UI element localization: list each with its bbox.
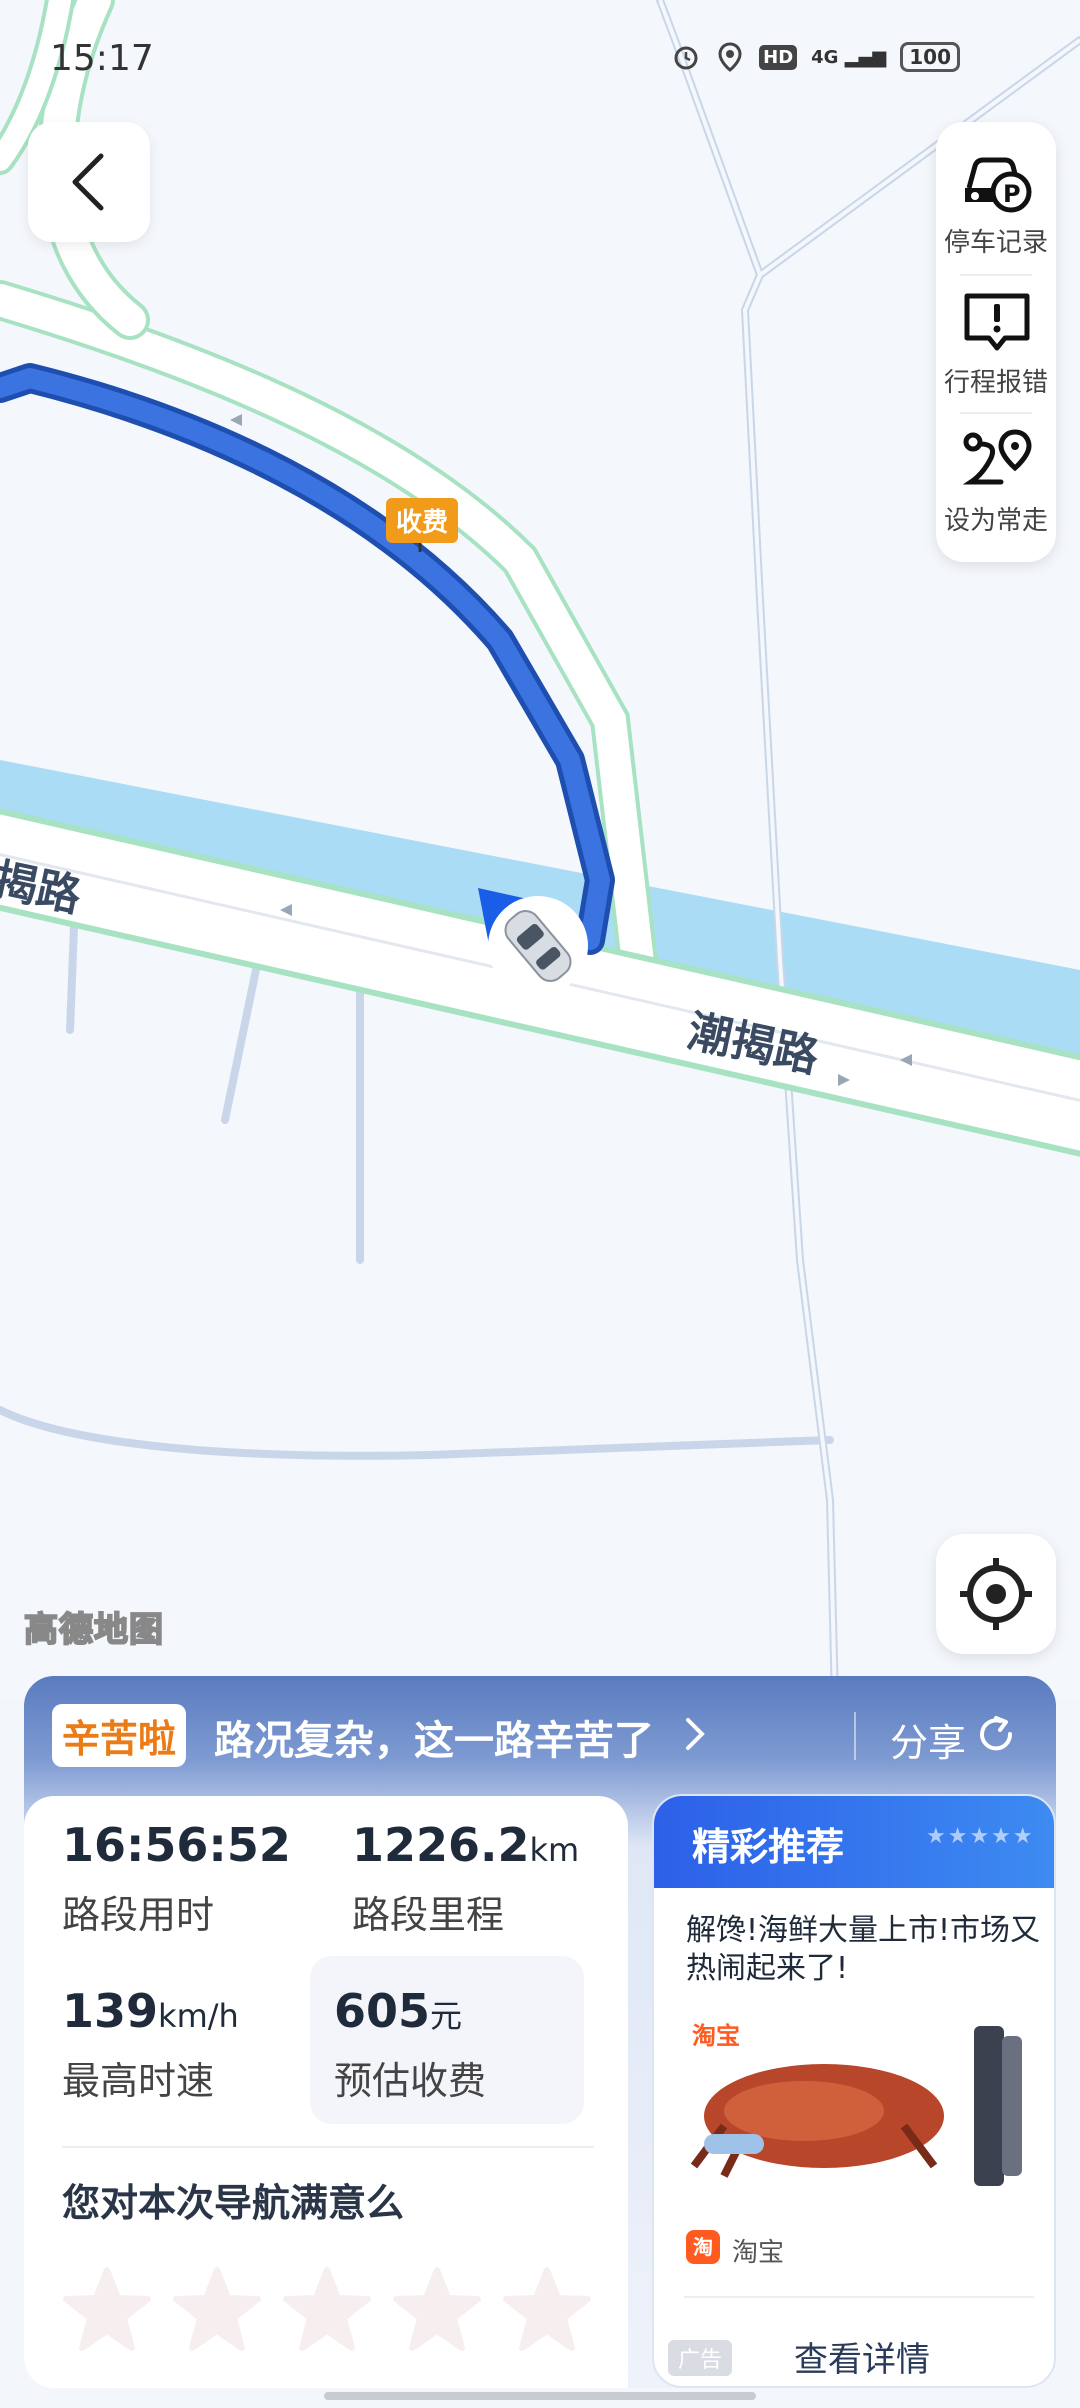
status-icons: HD 4G ▂▄▆ 100 [671, 42, 960, 72]
share-icon [980, 1716, 1013, 1751]
set-frequent-label: 设为常走 [943, 506, 1048, 536]
rating-star-1-icon[interactable] [62, 2266, 152, 2352]
rating-star-2-icon[interactable] [172, 2266, 262, 2352]
stat-toll: 605元 预估收费 [334, 1984, 486, 2105]
toll-unit: 元 [430, 1997, 463, 2035]
back-button[interactable] [28, 122, 150, 242]
report-error-icon [964, 293, 1030, 351]
car-parking-icon: P [965, 157, 1032, 213]
toll-box[interactable]: 605元 预估收费 [310, 1956, 584, 2124]
alarm-icon [671, 42, 701, 72]
svg-text:P: P [1003, 180, 1021, 208]
distance-value: 1226.2 [352, 1818, 530, 1872]
recommend-header: 精彩推荐 ★★★★★ [654, 1796, 1054, 1888]
rating-question: 您对本次导航满意么 [62, 2181, 405, 2225]
parking-record-label: 停车记录 [943, 228, 1048, 258]
toll-marker: 收费 [386, 498, 459, 543]
trip-summary-card: 辛苦啦 路况复杂，这一路辛苦了 分享 16:56:52 路段用时 1226.2k… [24, 1676, 1056, 2388]
max-speed-label: 最高时速 [62, 2059, 215, 2103]
stats-panel: 16:56:52 路段用时 1226.2km 路段里程 139km/h 最高时速… [24, 1796, 628, 2388]
max-speed-value: 139 [62, 1984, 159, 2038]
locate-me-button[interactable] [936, 1534, 1056, 1654]
banner-divider [854, 1712, 856, 1760]
map-view[interactable]: 潮揭路 揭路 收费 高德地图 [0, 0, 1080, 1700]
status-time: 15:17 [50, 38, 154, 79]
map-canvas [0, 0, 1080, 1700]
share-label: 分享 [890, 1721, 967, 1765]
rating-star-4-icon[interactable] [392, 2266, 482, 2352]
status-bar: 15:17 HD 4G ▂▄▆ 100 [0, 0, 1080, 120]
stat-max-speed: 139km/h 最高时速 [62, 1984, 239, 2105]
duration-value: 16:56:52 [62, 1818, 291, 1872]
banner-text: 路况复杂，这一路辛苦了 [214, 1718, 654, 1764]
toll-value: 605 [334, 1984, 431, 2038]
chevron-right-icon [686, 1718, 705, 1750]
distance-unit: km [529, 1831, 580, 1869]
recommend-description: 解馋!海鲜大量上市!市场又热闹起来了! [686, 1913, 1041, 1986]
taobao-icon: 淘 [686, 2230, 720, 2264]
battery-icon: 100 [900, 42, 960, 72]
route-pin-icon [962, 429, 1032, 485]
stat-distance: 1226.2km 路段里程 [352, 1818, 579, 1939]
banner-tag: 辛苦啦 [52, 1704, 187, 1767]
hd-badge: HD [759, 44, 798, 70]
recommend-card[interactable]: 精彩推荐 ★★★★★ 解馋!海鲜大量上市!市场又热闹起来了! 淘宝 淘 淘宝 广… [652, 1794, 1056, 2388]
trip-report-label: 行程报错 [943, 368, 1048, 398]
divider [684, 2296, 1034, 2298]
view-details-button[interactable]: 查看详情 [794, 2332, 930, 2381]
location-icon [715, 42, 745, 72]
set-frequent-button[interactable]: 设为常走 [936, 400, 1056, 536]
max-speed-unit: km/h [158, 1997, 239, 2035]
signal-icon: 4G ▂▄▆ [811, 46, 887, 68]
side-toolbar: P 停车记录 行程报错 设为常走 [936, 122, 1056, 562]
chevron-left-icon [72, 153, 104, 211]
parking-record-button[interactable]: P 停车记录 [936, 122, 1056, 258]
stat-duration: 16:56:52 路段用时 [62, 1818, 291, 1939]
battery-level: 100 [909, 45, 951, 69]
duration-label: 路段用时 [62, 1893, 215, 1937]
rating-star-5-icon[interactable] [502, 2266, 592, 2352]
toll-label: 预估收费 [334, 2059, 487, 2103]
ad-tag: 广告 [668, 2340, 733, 2376]
distance-label: 路段里程 [352, 1893, 505, 1937]
trip-report-button[interactable]: 行程报错 [936, 262, 1056, 398]
ad-brand-mark: 淘宝 [692, 2022, 740, 2050]
recommend-title: 精彩推荐 [692, 1825, 845, 1869]
home-indicator[interactable] [324, 2392, 756, 2400]
map-logo: 高德地图 [23, 1609, 164, 1651]
source-name: 淘宝 [732, 2238, 785, 2268]
recommend-stars: ★★★★★ [926, 1824, 1035, 1849]
crosshair-icon [960, 1558, 1032, 1630]
rating-star-3-icon[interactable] [282, 2266, 372, 2352]
network-type: 4G [811, 46, 839, 68]
divider [62, 2146, 594, 2148]
